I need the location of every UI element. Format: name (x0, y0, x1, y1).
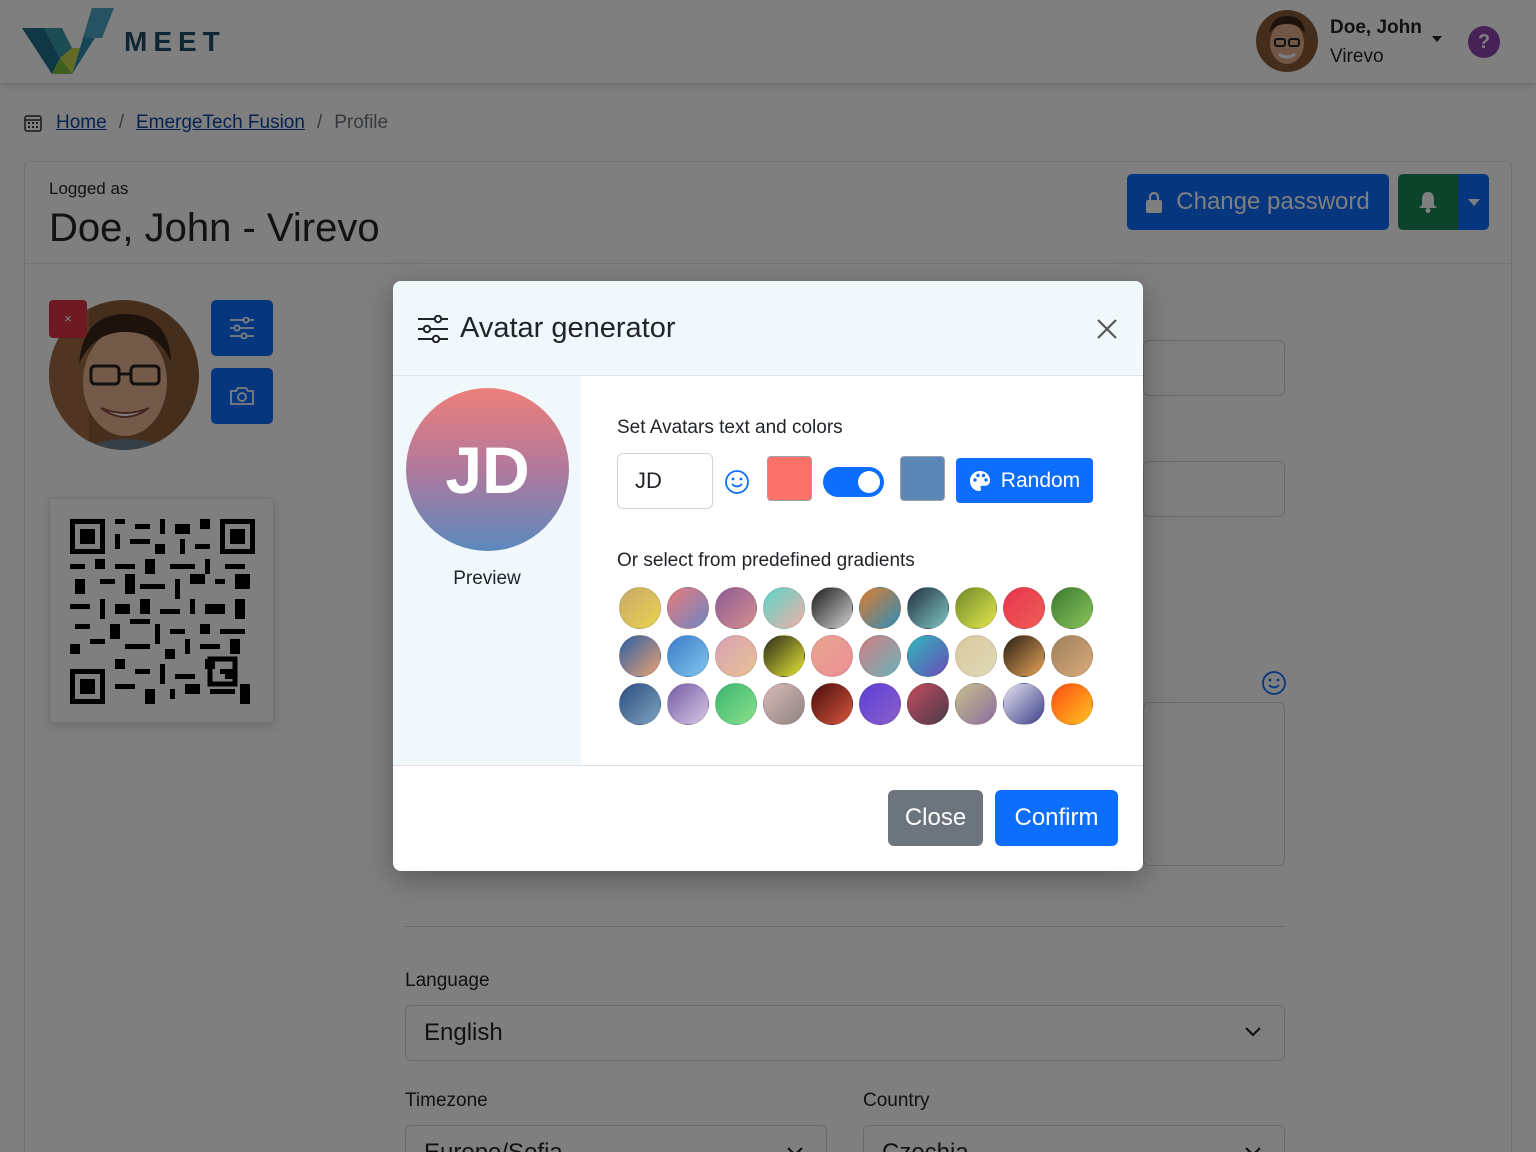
gradient-option[interactable] (859, 635, 901, 677)
avatar-preview: JD (406, 388, 569, 551)
primary-color-picker[interactable] (767, 456, 812, 501)
preview-pane: JD Preview (393, 376, 581, 765)
gradient-option[interactable] (907, 683, 949, 725)
avatar-generator-modal: Avatar generator JD Preview Set Avatars … (393, 281, 1143, 871)
random-button[interactable]: Random (956, 458, 1093, 503)
gradient-option[interactable] (667, 587, 709, 629)
gradient-toggle[interactable] (823, 467, 884, 497)
preview-label: Preview (453, 568, 521, 589)
gradient-option[interactable] (715, 635, 757, 677)
gradient-option[interactable] (811, 587, 853, 629)
close-icon[interactable] (1095, 317, 1119, 341)
gradient-option[interactable] (715, 587, 757, 629)
modal-header: Avatar generator (393, 281, 1143, 376)
gradient-option[interactable] (619, 587, 661, 629)
gradient-option[interactable] (1003, 683, 1045, 725)
gradient-option[interactable] (859, 683, 901, 725)
gradients-label: Or select from predefined gradients (617, 550, 915, 571)
gradient-option[interactable] (763, 587, 805, 629)
gradient-grid (619, 587, 1099, 725)
gradient-option[interactable] (955, 587, 997, 629)
palette-icon (969, 470, 990, 491)
gradient-option[interactable] (1051, 635, 1093, 677)
gradient-option[interactable] (907, 635, 949, 677)
gradient-option[interactable] (811, 683, 853, 725)
modal-title: Avatar generator (460, 312, 676, 344)
gradient-option[interactable] (667, 683, 709, 725)
gradient-option[interactable] (1003, 635, 1045, 677)
secondary-color-picker[interactable] (900, 456, 945, 501)
gradient-option[interactable] (955, 635, 997, 677)
gradient-option[interactable] (1051, 587, 1093, 629)
gradient-option[interactable] (955, 683, 997, 725)
gradient-option[interactable] (715, 683, 757, 725)
gradient-option[interactable] (763, 683, 805, 725)
gradient-option[interactable] (1003, 587, 1045, 629)
set-text-colors-label: Set Avatars text and colors (617, 417, 843, 438)
gradient-option[interactable] (619, 635, 661, 677)
gradient-option[interactable] (859, 587, 901, 629)
avatar-text-input[interactable]: JD (617, 453, 713, 509)
confirm-button[interactable]: Confirm (995, 790, 1118, 846)
gradient-option[interactable] (619, 683, 661, 725)
close-button[interactable]: Close (888, 790, 983, 846)
emoji-icon[interactable] (724, 469, 750, 495)
gradient-option[interactable] (1051, 683, 1093, 725)
gradient-option[interactable] (667, 635, 709, 677)
random-label: Random (1000, 468, 1081, 492)
gradient-option[interactable] (907, 587, 949, 629)
gradient-option[interactable] (811, 635, 853, 677)
modal-footer: Close Confirm (393, 765, 1143, 871)
gradient-option[interactable] (763, 635, 805, 677)
sliders-icon (418, 315, 448, 343)
